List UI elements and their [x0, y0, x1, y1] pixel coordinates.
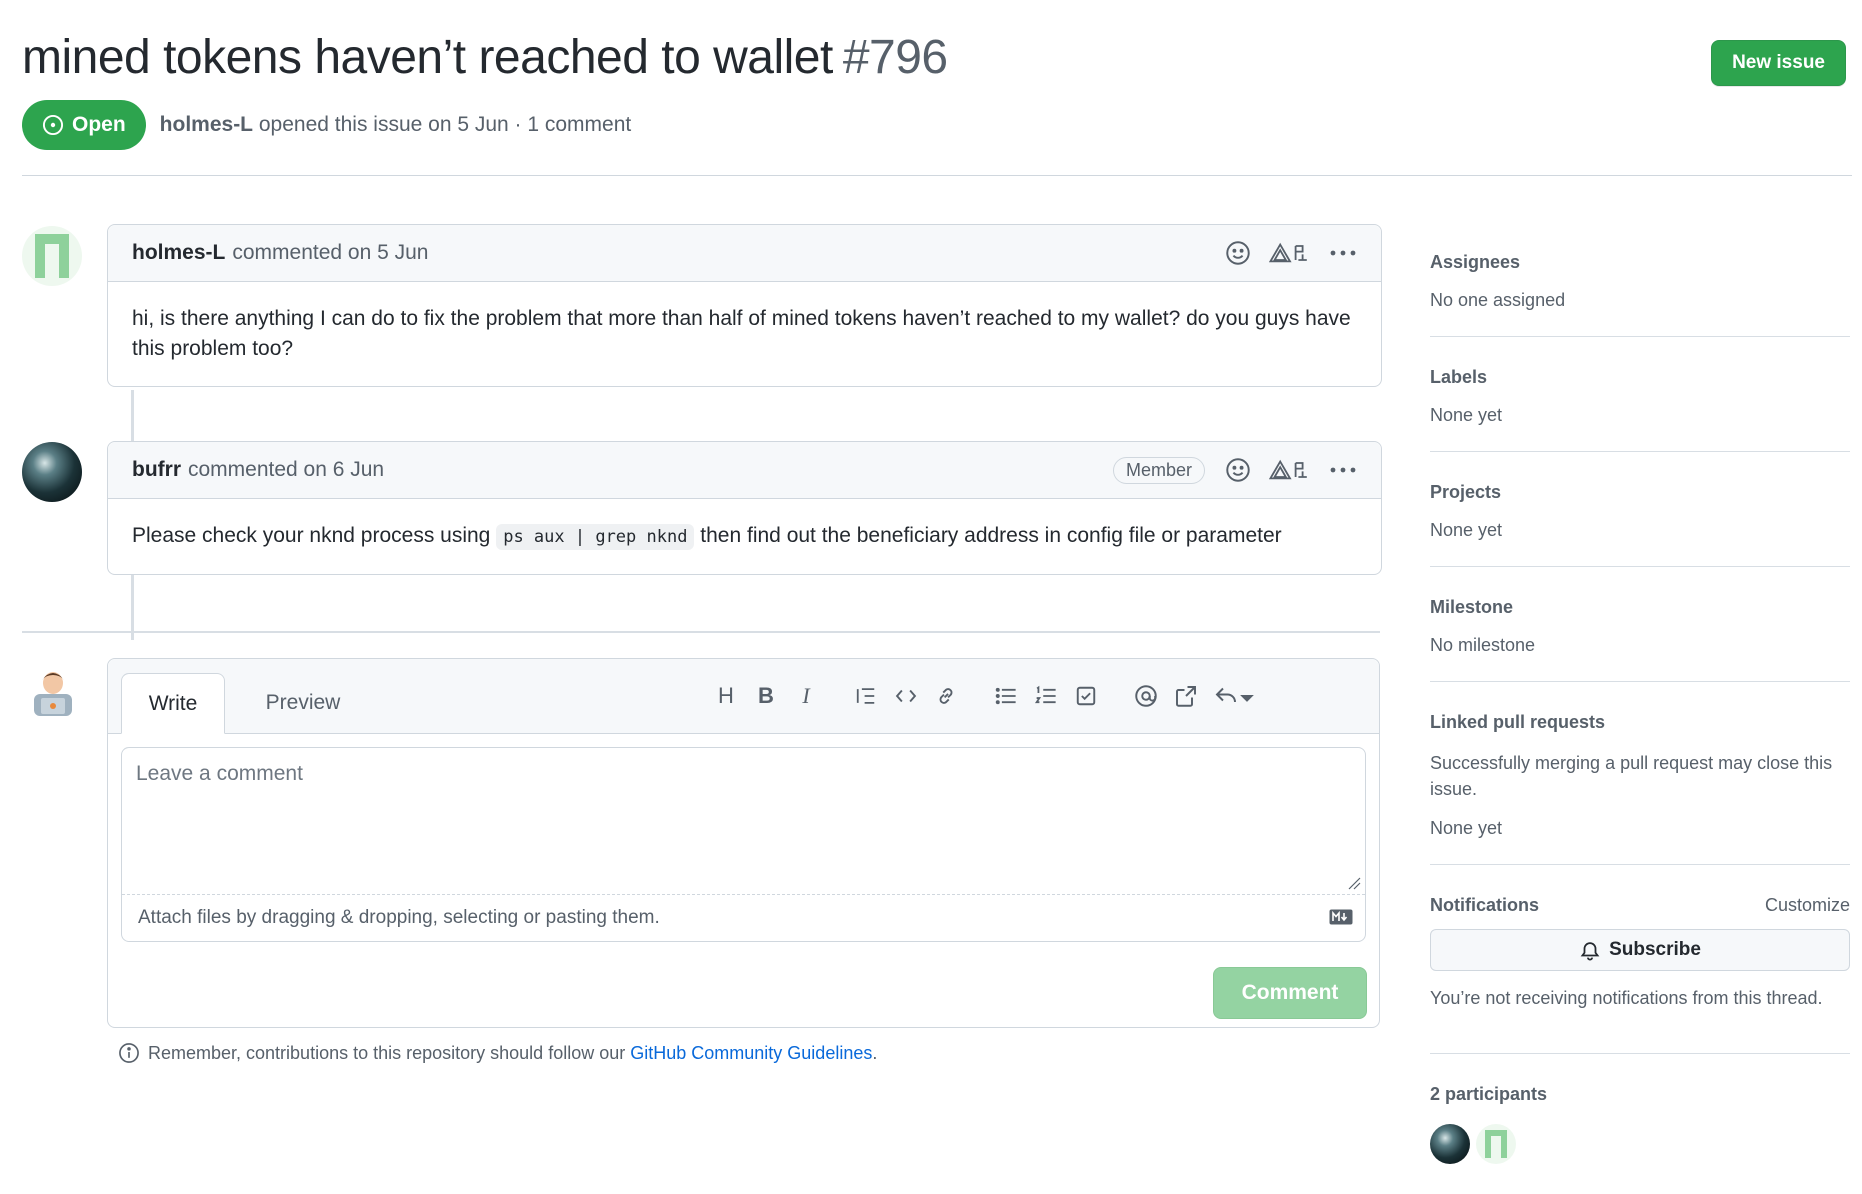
- tab-preview[interactable]: Preview: [243, 673, 363, 733]
- comment-submit-button[interactable]: Comment: [1213, 967, 1367, 1019]
- copilot-icon[interactable]: [1269, 458, 1311, 482]
- community-guidelines-note: Remember, contributions to this reposito…: [118, 1042, 877, 1064]
- attach-files-bar[interactable]: Attach files by dragging & dropping, sel…: [122, 894, 1365, 941]
- issue-header: mined tokens haven’t reached to wallet #7…: [22, 28, 1846, 98]
- comment-author[interactable]: holmes-L: [132, 241, 225, 265]
- sidebar-title: Linked pull requests: [1430, 712, 1606, 732]
- sidebar-title: Notifications: [1430, 895, 1540, 915]
- quote-icon[interactable]: [851, 681, 881, 711]
- guidelines-suffix: .: [872, 1042, 878, 1063]
- sidebar-title: Assignees: [1430, 252, 1521, 272]
- comment-meta[interactable]: commented on 6 Jun: [188, 458, 384, 482]
- kebab-horizontal-icon[interactable]: [1329, 249, 1357, 257]
- sidebar-title: Labels: [1430, 367, 1488, 387]
- sidebar-value: No one assigned: [1430, 290, 1566, 310]
- smiley-icon[interactable]: [1225, 240, 1251, 266]
- markdown-icon[interactable]: [1329, 908, 1353, 932]
- sidebar-value: None yet: [1430, 818, 1503, 838]
- sidebar-projects[interactable]: Projects None yet: [1430, 452, 1850, 567]
- sidebar-title: Projects: [1430, 482, 1502, 502]
- unordered-list-icon[interactable]: [991, 681, 1021, 711]
- new-issue-button[interactable]: New issue: [1711, 40, 1846, 86]
- comment-actions: [1225, 225, 1357, 281]
- comment-header: bufrr commented on 6 Jun Member: [108, 442, 1381, 499]
- sidebar-assignees[interactable]: Assignees No one assigned: [1430, 240, 1850, 337]
- guidelines-prefix: Remember, contributions to this reposito…: [148, 1042, 626, 1063]
- comment-actions: Member: [1112, 442, 1357, 498]
- comment-body: Please check your nknd process using ps …: [108, 499, 1381, 574]
- ordered-list-icon[interactable]: [1031, 681, 1061, 711]
- sidebar-linked-pull-requests[interactable]: Linked pull requests Successfully mergin…: [1430, 682, 1850, 865]
- sidebar-participants: 2 participants: [1430, 1054, 1850, 1174]
- kebab-horizontal-icon[interactable]: [1329, 466, 1357, 474]
- comment-textarea-box: Attach files by dragging & dropping, sel…: [121, 747, 1366, 942]
- comment-header: holmes-L commented on 5 Jun: [108, 225, 1381, 282]
- sidebar-title: Milestone: [1430, 597, 1514, 617]
- smiley-icon[interactable]: [1225, 457, 1251, 483]
- comment-2: bufrr commented on 6 Jun Member Please c…: [107, 441, 1382, 575]
- member-badge: Member: [1112, 456, 1205, 484]
- identicon: [35, 234, 69, 278]
- comment-author[interactable]: bufrr: [132, 458, 181, 482]
- identicon: [1485, 1130, 1507, 1158]
- info-icon: [119, 1043, 139, 1063]
- state-badge: Open: [22, 100, 146, 150]
- comment-textarea[interactable]: [122, 748, 1365, 895]
- sidebar-title: 2 participants: [1430, 1084, 1548, 1104]
- comment-meta[interactable]: commented on 5 Jun: [232, 241, 428, 265]
- issue-number: #796: [842, 31, 948, 84]
- resize-handle[interactable]: [1347, 876, 1361, 895]
- issue-page: mined tokens haven’t reached to wallet #7…: [0, 0, 1862, 1194]
- reply-icon[interactable]: [1213, 681, 1257, 711]
- sidebar-milestone[interactable]: Milestone No milestone: [1430, 567, 1850, 682]
- avatar-bufrr[interactable]: [22, 442, 82, 502]
- linked-prs-note: Successfully merging a pull request may …: [1430, 753, 1833, 799]
- sidebar-value: None yet: [1430, 405, 1503, 425]
- mention-icon[interactable]: [1131, 681, 1161, 711]
- subscribe-button[interactable]: Subscribe: [1430, 929, 1850, 971]
- guidelines-link[interactable]: GitHub Community Guidelines: [630, 1043, 872, 1063]
- issue-author-link[interactable]: holmes-L: [160, 113, 253, 136]
- attach-files-text: Attach files by dragging & dropping, sel…: [138, 907, 660, 928]
- current-user-avatar[interactable]: [30, 668, 76, 716]
- subscribe-label: Subscribe: [1609, 939, 1701, 960]
- avatar-holmes-l[interactable]: [22, 226, 82, 286]
- comment-body: hi, is there anything I can do to fix th…: [132, 307, 1351, 360]
- issue-meta: Open holmes-L opened this issue on 5 Jun…: [22, 100, 631, 150]
- link-icon[interactable]: [931, 681, 961, 711]
- issue-opened-text: opened this issue on 5 Jun · 1 comment: [258, 113, 632, 136]
- state-label: Open: [72, 113, 126, 136]
- issue-opened-icon: [42, 114, 64, 136]
- copilot-icon[interactable]: [1269, 241, 1311, 265]
- comment-1: holmes-L commented on 5 Jun hi, is there…: [107, 224, 1382, 387]
- timeline-divider: [22, 631, 1380, 633]
- issue-title-text: mined tokens haven’t reached to wallet: [22, 31, 833, 84]
- issue-meta-text: holmes-L opened this issue on 5 Jun · 1 …: [160, 113, 632, 137]
- tab-write[interactable]: Write: [121, 673, 225, 734]
- code-icon[interactable]: [891, 681, 921, 711]
- notifications-note: You’re not receiving notifications from …: [1430, 988, 1823, 1008]
- bold-icon[interactable]: B: [751, 681, 781, 711]
- cross-reference-icon[interactable]: [1171, 681, 1201, 711]
- heading-icon[interactable]: H: [711, 681, 741, 711]
- composer-header: Write Preview H B I: [108, 659, 1379, 734]
- header-divider: [22, 175, 1852, 176]
- issue-sidebar: Assignees No one assigned Labels None ye…: [1430, 240, 1850, 1174]
- italic-icon[interactable]: I: [791, 681, 821, 711]
- participant-avatar-holmes-l[interactable]: [1476, 1124, 1516, 1164]
- comment-composer: Write Preview H B I Leave a comment Atta…: [107, 658, 1380, 1028]
- inline-code: ps aux | grep nknd: [496, 524, 695, 550]
- sidebar-labels[interactable]: Labels None yet: [1430, 337, 1850, 452]
- bell-icon: [1580, 942, 1600, 961]
- comment-text-after: then find out the beneficiary address in…: [700, 524, 1282, 547]
- sidebar-notifications: Notifications Customize Subscribe You’re…: [1430, 865, 1850, 1054]
- sidebar-value: None yet: [1430, 520, 1503, 540]
- tasklist-icon[interactable]: [1071, 681, 1101, 711]
- customize-link[interactable]: Customize: [1765, 895, 1850, 916]
- issue-title: mined tokens haven’t reached to wallet #7…: [22, 28, 1846, 88]
- comment-text-before: Please check your nknd process using: [132, 524, 491, 547]
- sidebar-value: No milestone: [1430, 635, 1536, 655]
- participant-avatar-bufrr[interactable]: [1430, 1124, 1470, 1164]
